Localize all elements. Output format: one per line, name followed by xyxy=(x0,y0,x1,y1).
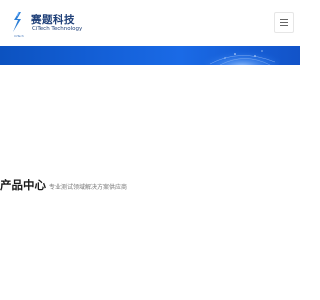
brand-name-cn[interactable]: 赛题科技 xyxy=(31,12,75,27)
product-center-heading: 产品中心 专业测试领域解决方案供应商 xyxy=(0,177,128,192)
brand-name-en: CiTech Technology xyxy=(32,26,83,32)
hamburger-menu-icon xyxy=(280,19,288,20)
logo-subtext: CiTech xyxy=(14,34,24,38)
section-subtitle: 专业测试领域解决方案供应商 xyxy=(49,184,128,191)
lightning-s-logo-icon[interactable] xyxy=(10,11,24,33)
menu-button[interactable] xyxy=(274,12,294,33)
section-title: 产品中心 xyxy=(0,178,46,192)
site-header: CiTech 赛题科技 CiTech Technology xyxy=(0,0,300,46)
globe-network-graphic xyxy=(204,47,280,65)
